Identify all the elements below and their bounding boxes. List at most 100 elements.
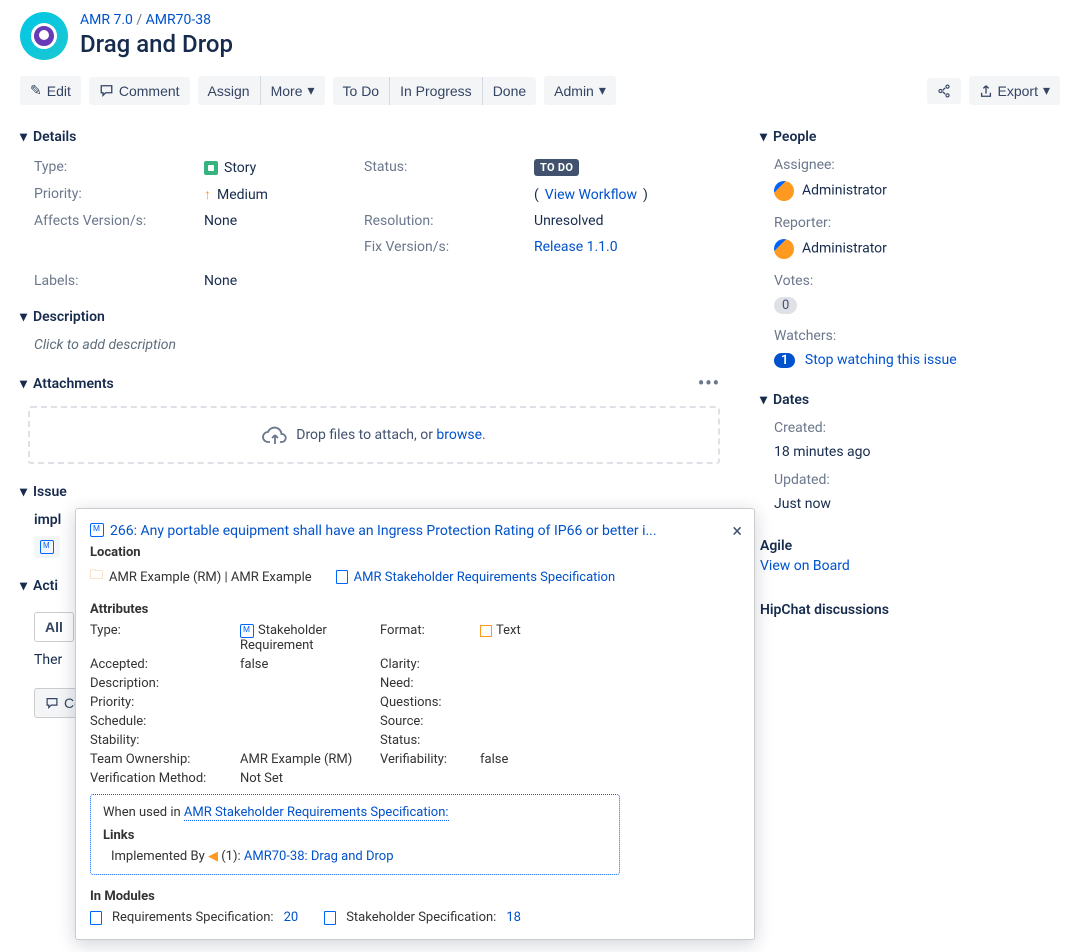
done-button[interactable]: Done xyxy=(483,77,536,105)
watchers-count: 1 xyxy=(774,353,795,368)
hipchat-heading: HipChat discussions xyxy=(760,602,1060,618)
reporter-label: Reporter: xyxy=(774,215,1060,231)
browse-link[interactable]: browse xyxy=(436,427,482,443)
requirement-icon xyxy=(90,523,104,537)
location-heading: Location xyxy=(90,545,736,560)
toolbar: ✎ Edit Comment Assign More ▾ To Do In Pr… xyxy=(20,68,1060,121)
chevron-down-icon: ▾ xyxy=(20,484,27,500)
todo-button[interactable]: To Do xyxy=(333,77,391,105)
arrow-left-icon: ◀ xyxy=(208,849,221,864)
type-value: Story xyxy=(204,159,364,176)
edit-button[interactable]: ✎ Edit xyxy=(20,76,81,105)
project-avatar xyxy=(20,12,68,60)
attachments-dropzone[interactable]: Drop files to attach, or browse. xyxy=(28,406,720,464)
priority-icon: ↑ xyxy=(204,186,211,203)
export-button[interactable]: Export ▾ xyxy=(969,76,1061,105)
affects-label: Affects Version/s: xyxy=(34,213,204,229)
section-dates-toggle[interactable]: ▾ Dates xyxy=(760,384,1060,416)
affects-value: None xyxy=(204,213,364,229)
user-avatar-icon xyxy=(774,181,794,201)
module2-link[interactable]: 18 xyxy=(506,910,521,925)
document-icon xyxy=(90,911,102,925)
export-icon xyxy=(979,84,993,98)
labels-value: None xyxy=(204,265,364,289)
chevron-down-icon: ▾ xyxy=(307,82,314,99)
assignee-label: Assignee: xyxy=(774,157,1060,173)
requirement-icon xyxy=(240,624,254,638)
labels-label: Labels: xyxy=(34,265,204,289)
more-button[interactable]: More ▾ xyxy=(261,76,325,105)
breadcrumb-project[interactable]: AMR 7.0 xyxy=(80,12,133,28)
module-usage-link[interactable]: AMR Stakeholder Requirements Specificati… xyxy=(184,805,449,821)
text-format-icon xyxy=(480,625,492,637)
stop-watching-link[interactable]: Stop watching this issue xyxy=(805,352,957,368)
document-icon xyxy=(336,570,348,584)
chevron-down-icon: ▾ xyxy=(760,129,767,145)
attributes-heading: Attributes xyxy=(90,602,736,617)
reporter-value: Administrator xyxy=(774,235,1060,263)
priority-value: ↑ Medium xyxy=(204,186,364,203)
description-placeholder[interactable]: Click to add description xyxy=(34,337,720,353)
share-button[interactable] xyxy=(927,78,961,104)
breadcrumb: AMR 7.0 / AMR70-38 xyxy=(80,12,233,28)
section-issuelinks-toggle[interactable]: ▾ Issue xyxy=(20,476,720,508)
comment-button[interactable]: Comment xyxy=(89,77,190,105)
section-people-toggle[interactable]: ▾ People xyxy=(760,121,1060,153)
issuelink-item[interactable] xyxy=(34,536,60,558)
pencil-icon: ✎ xyxy=(30,82,42,99)
close-icon[interactable]: × xyxy=(732,521,742,542)
priority-label: Priority: xyxy=(34,186,204,203)
resolution-label: Resolution: xyxy=(364,213,534,229)
status-value: TO DO xyxy=(534,159,720,176)
assign-button[interactable]: Assign xyxy=(198,76,261,105)
assignee-value: Administrator xyxy=(774,177,1060,205)
admin-button[interactable]: Admin ▾ xyxy=(544,76,616,105)
share-icon xyxy=(937,84,951,98)
status-label: Status: xyxy=(364,159,534,176)
comment-icon xyxy=(99,84,114,98)
breadcrumb-issue[interactable]: AMR70-38 xyxy=(146,12,211,28)
story-icon xyxy=(204,161,218,175)
section-details-toggle[interactable]: ▾ Details xyxy=(20,121,720,153)
votes-count: 0 xyxy=(774,297,797,314)
inprogress-button[interactable]: In Progress xyxy=(390,77,483,105)
section-attachments-toggle[interactable]: ▾ Attachments ••• xyxy=(20,365,720,402)
module1-link[interactable]: 20 xyxy=(284,910,299,925)
requirement-icon xyxy=(40,540,54,554)
updated-value: Just now xyxy=(774,492,1060,516)
created-value: 18 minutes ago xyxy=(774,440,1060,464)
fixversion-label: Fix Version/s: xyxy=(364,239,534,255)
page-title: Drag and Drop xyxy=(80,30,233,58)
chevron-down-icon: ▾ xyxy=(20,376,27,392)
fixversion-link[interactable]: Release 1.1.0 xyxy=(534,239,618,255)
chevron-down-icon: ▾ xyxy=(20,129,27,145)
chevron-down-icon: ▾ xyxy=(599,82,606,99)
requirement-preview-popup: × 266: Any portable equipment shall have… xyxy=(75,508,755,940)
type-label: Type: xyxy=(34,159,204,176)
popup-title-link[interactable]: 266: Any portable equipment shall have a… xyxy=(110,523,657,539)
in-modules-heading: In Modules xyxy=(90,889,736,904)
chevron-down-icon: ▾ xyxy=(1043,82,1050,99)
view-workflow-link[interactable]: View Workflow xyxy=(545,187,637,203)
links-heading: Links xyxy=(103,828,607,843)
agile-heading: Agile xyxy=(760,538,1060,554)
link-target[interactable]: AMR70-38: Drag and Drop xyxy=(244,849,394,864)
updated-label: Updated: xyxy=(774,472,1060,488)
location-module-link[interactable]: AMR Stakeholder Requirements Specificati… xyxy=(354,570,615,585)
chevron-down-icon: ▾ xyxy=(760,392,767,408)
folder-icon: 🗀 xyxy=(90,566,103,588)
watchers-label: Watchers: xyxy=(774,328,1060,344)
attachments-more-icon[interactable]: ••• xyxy=(698,373,720,394)
resolution-value: Unresolved xyxy=(534,213,720,229)
section-description-toggle[interactable]: ▾ Description xyxy=(20,301,720,333)
cloud-upload-icon xyxy=(262,424,288,446)
document-icon xyxy=(324,911,336,925)
activity-tab-all[interactable]: All xyxy=(34,612,74,642)
module-usage-box: When used in AMR Stakeholder Requirement… xyxy=(90,794,620,875)
votes-label: Votes: xyxy=(774,273,1060,289)
issue-header: AMR 7.0 / AMR70-38 Drag and Drop xyxy=(20,0,1060,68)
chevron-down-icon: ▾ xyxy=(20,578,27,594)
view-on-board-link[interactable]: View on Board xyxy=(760,558,850,574)
created-label: Created: xyxy=(774,420,1060,436)
chevron-down-icon: ▾ xyxy=(20,309,27,325)
